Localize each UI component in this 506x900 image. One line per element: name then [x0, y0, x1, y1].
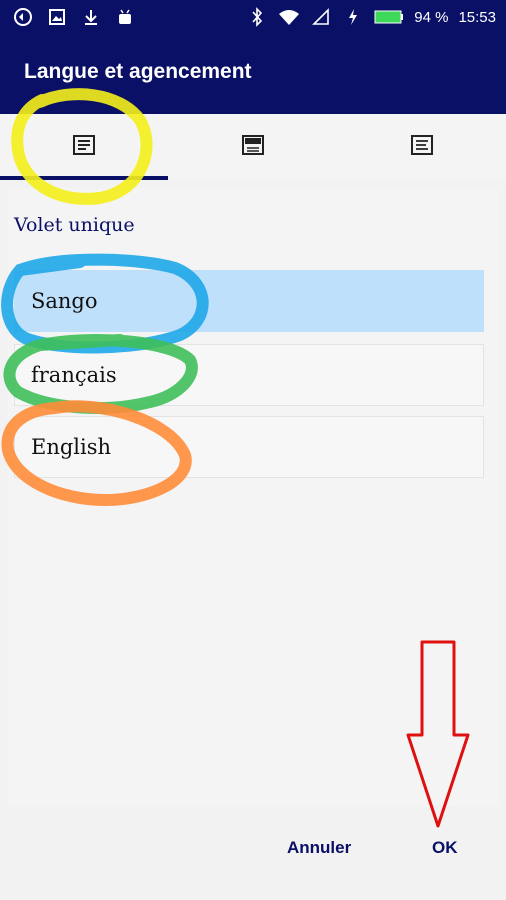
tab-split-pane[interactable] [169, 114, 337, 180]
image-icon [46, 6, 68, 28]
signal-icon [310, 6, 332, 28]
tab-bar [0, 114, 506, 180]
status-bar-right: 94 % 15:53 [246, 6, 496, 28]
status-bar-left [12, 6, 136, 28]
wifi-icon [278, 6, 300, 28]
text-pane-icon [410, 134, 434, 161]
language-item-english[interactable]: English [14, 416, 484, 478]
page-title: Langue et agencement [24, 60, 252, 83]
bluetooth-icon [246, 6, 268, 28]
battery-icon [374, 6, 404, 28]
language-label: Sango [31, 289, 98, 313]
cancel-button[interactable]: Annuler [287, 838, 351, 858]
clock: 15:53 [458, 8, 496, 26]
ok-button[interactable]: OK [432, 838, 458, 858]
screen: 94 % 15:53 Langue et agencement Volet un… [0, 0, 506, 900]
app-icon [12, 6, 34, 28]
section-title: Volet unique [14, 214, 135, 236]
language-item-francais[interactable]: français [14, 344, 484, 406]
language-item-sango[interactable]: Sango [14, 270, 484, 332]
download-icon [80, 6, 102, 28]
split-pane-icon [241, 134, 265, 161]
tab-single-pane[interactable] [0, 114, 168, 180]
language-label: français [31, 363, 117, 387]
battery-percentage: 94 % [414, 8, 449, 26]
charging-icon [342, 6, 364, 28]
content-panel: Volet unique Sango français English [8, 188, 498, 806]
language-label: English [31, 435, 112, 459]
status-bar: 94 % 15:53 [0, 0, 506, 36]
android-icon [114, 6, 136, 28]
app-bar: Langue et agencement [0, 36, 506, 114]
tab-text-pane[interactable] [338, 114, 506, 180]
single-pane-icon [72, 134, 96, 161]
tab-selected-indicator [0, 176, 168, 180]
